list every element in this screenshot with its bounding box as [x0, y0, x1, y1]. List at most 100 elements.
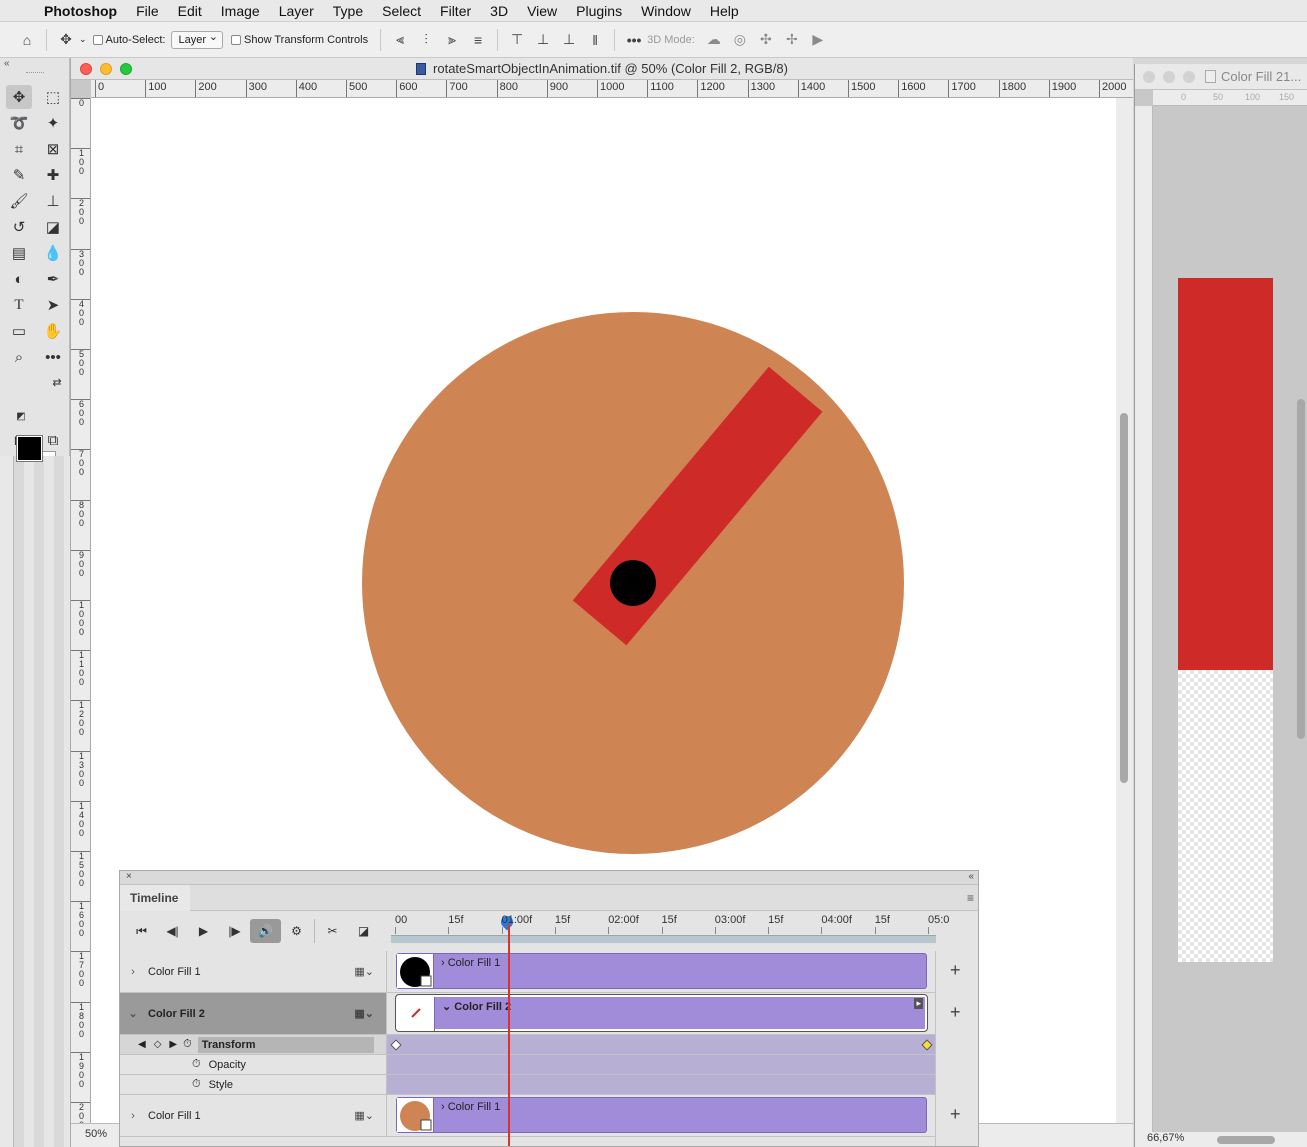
property-track[interactable]: [386, 1055, 935, 1074]
screen-mode-icon[interactable]: ⧉: [40, 428, 66, 452]
scroll-thumb[interactable]: [1297, 399, 1305, 739]
zoom-tool-icon[interactable]: ⌕: [6, 345, 32, 369]
menu-3d[interactable]: 3D: [490, 3, 508, 19]
add-keyframe-icon[interactable]: ◇: [154, 1039, 162, 1050]
marquee-tool-icon[interactable]: ⬚: [40, 85, 66, 109]
stopwatch-icon[interactable]: ⏱: [192, 1078, 201, 1091]
rectangle-tool-icon[interactable]: ▭: [6, 319, 32, 343]
crop-tool-icon[interactable]: ⌗: [6, 137, 32, 161]
property-row-label[interactable]: ⏱ Style: [120, 1075, 386, 1094]
eyedropper-tool-icon[interactable]: ✎: [6, 163, 32, 187]
expand-chevron-icon[interactable]: ›: [122, 966, 144, 978]
menu-image[interactable]: Image: [221, 3, 260, 19]
menu-filter[interactable]: Filter: [440, 3, 471, 19]
layer-row-selected[interactable]: ⌄ Color Fill 2 ▦⌄ ⌄ Color Fill 2 ▸: [120, 993, 935, 1035]
stopwatch-icon[interactable]: ⏱: [192, 1058, 201, 1071]
move-tool-icon[interactable]: ✥: [6, 85, 32, 109]
layer-track[interactable]: › Color Fill 1: [386, 951, 935, 992]
collapse-chevron-icon[interactable]: ⌄: [122, 1007, 144, 1020]
minimize-window-button[interactable]: [100, 63, 112, 75]
3d-slide-icon[interactable]: ✢: [779, 31, 805, 48]
menu-file[interactable]: File: [136, 3, 159, 19]
pen-tool-icon[interactable]: ✒: [40, 267, 66, 291]
menu-plugins[interactable]: Plugins: [576, 3, 622, 19]
film-icon[interactable]: ▦⌄: [354, 965, 374, 978]
horizontal-scroll-thumb[interactable]: [1217, 1136, 1275, 1144]
menu-select[interactable]: Select: [382, 3, 421, 19]
menu-layer[interactable]: Layer: [279, 3, 314, 19]
menu-view[interactable]: View: [527, 3, 557, 19]
property-row-label[interactable]: ◀ ◇ ▶ ⏱ Transform: [120, 1035, 386, 1054]
tool-preset-chevron-icon[interactable]: ⌄: [79, 34, 87, 45]
zoom-window-button[interactable]: [120, 63, 132, 75]
secondary-document-titlebar[interactable]: Color Fill 21...: [1135, 64, 1307, 90]
tab-timeline[interactable]: Timeline: [120, 885, 190, 911]
previous-frame-icon[interactable]: ◀|: [157, 919, 188, 943]
move-tool-icon[interactable]: ✥: [53, 31, 79, 48]
property-row[interactable]: ⏱ Opacity: [120, 1055, 935, 1075]
eraser-tool-icon[interactable]: ◪: [40, 215, 66, 239]
layer-row-label[interactable]: ⌄ Color Fill 2 ▦⌄: [120, 993, 386, 1034]
align-hcenter-icon[interactable]: ⫶: [413, 31, 439, 48]
healing-tool-icon[interactable]: ✚: [40, 163, 66, 187]
film-icon[interactable]: ▦⌄: [354, 1109, 374, 1122]
lasso-tool-icon[interactable]: ➰: [6, 111, 32, 135]
property-track[interactable]: [386, 1035, 935, 1054]
secondary-document-window[interactable]: Color Fill 21... 0 50 100 150 66,67%: [1134, 64, 1307, 1147]
magic-wand-tool-icon[interactable]: ✦: [40, 111, 66, 135]
close-window-button[interactable]: [1143, 71, 1155, 83]
panel-grip[interactable]: [26, 72, 44, 74]
align-left-icon[interactable]: ⫷: [387, 31, 413, 48]
horizontal-ruler[interactable]: 0 50 100 150: [1153, 90, 1307, 106]
panel-menu-icon[interactable]: ≡: [967, 891, 974, 905]
3d-scale-icon[interactable]: ▶: [805, 31, 831, 48]
layer-row-label[interactable]: › Color Fill 1 ▦⌄: [120, 951, 386, 992]
document-titlebar[interactable]: rotateSmartObjectInAnimation.tif @ 50% (…: [71, 58, 1133, 80]
go-to-first-frame-icon[interactable]: ⏮: [126, 919, 157, 943]
frame-tool-icon[interactable]: ⊠: [40, 137, 66, 161]
3d-orbit-icon[interactable]: ☁: [701, 31, 727, 48]
keyframe-diamond[interactable]: [390, 1039, 402, 1051]
clip-options-icon[interactable]: ▸: [914, 998, 923, 1009]
add-media-button[interactable]: +: [950, 1002, 961, 1023]
current-time-indicator[interactable]: [508, 924, 510, 1146]
auto-select-checkbox[interactable]: [92, 34, 103, 45]
close-window-button[interactable]: [80, 63, 92, 75]
brush-tool-icon[interactable]: 🖌: [6, 189, 32, 213]
distribute-vertical-icon[interactable]: ‖: [582, 32, 608, 48]
next-keyframe-icon[interactable]: ▶: [169, 1039, 177, 1050]
menu-edit[interactable]: Edit: [178, 3, 202, 19]
audio-icon[interactable]: 🔊: [250, 919, 281, 943]
dodge-tool-icon[interactable]: ◐: [6, 267, 32, 291]
stamp-tool-icon[interactable]: ⊥: [40, 189, 66, 213]
layer-clip[interactable]: ⌄ Color Fill 2 ▸: [395, 994, 928, 1032]
play-icon[interactable]: ▶: [188, 919, 219, 943]
layer-track[interactable]: › Color Fill 1: [386, 1095, 935, 1136]
vertical-ruler[interactable]: 0 100 200 300 400 500 600 700 800 900 1000 1100 1200…: [71, 98, 91, 1147]
close-panel-icon[interactable]: ×: [126, 871, 132, 882]
keyframe-diamond-selected[interactable]: [921, 1039, 933, 1051]
auto-select-dropdown[interactable]: Layer: [171, 30, 223, 49]
path-selection-tool-icon[interactable]: ➤: [40, 293, 66, 317]
layer-track[interactable]: ⌄ Color Fill 2 ▸: [386, 993, 935, 1034]
expand-chevron-icon[interactable]: ›: [122, 1110, 144, 1122]
default-colors-icon[interactable]: ◩: [8, 404, 34, 428]
zoom-window-button[interactable]: [1183, 71, 1195, 83]
split-at-playhead-icon[interactable]: ✂: [317, 919, 348, 943]
history-brush-tool-icon[interactable]: ↺: [6, 215, 32, 239]
film-icon[interactable]: ▦⌄: [354, 1007, 374, 1020]
work-area-bar[interactable]: [391, 935, 936, 943]
menu-app-name[interactable]: Photoshop: [44, 3, 117, 19]
foreground-color-swatch[interactable]: [16, 435, 43, 462]
home-icon[interactable]: ⌂: [14, 32, 40, 48]
minimize-window-button[interactable]: [1163, 71, 1175, 83]
gradient-tool-icon[interactable]: ▤: [6, 241, 32, 265]
layer-clip[interactable]: › Color Fill 1: [396, 953, 927, 989]
align-right-icon[interactable]: ⫸: [439, 31, 465, 48]
edit-toolbar-icon[interactable]: •••: [40, 345, 66, 369]
property-row[interactable]: ⏱ Style: [120, 1075, 935, 1095]
collapse-panel-icon[interactable]: «: [4, 58, 10, 69]
time-ruler[interactable]: 00 15f 01:00f 15f 02:00f 15f 03:00f 15f 04:00f 15…: [391, 911, 949, 951]
distribute-icon[interactable]: ≡: [465, 32, 491, 48]
layer-row[interactable]: › Color Fill 1 ▦⌄ › Color Fill 1: [120, 951, 935, 993]
